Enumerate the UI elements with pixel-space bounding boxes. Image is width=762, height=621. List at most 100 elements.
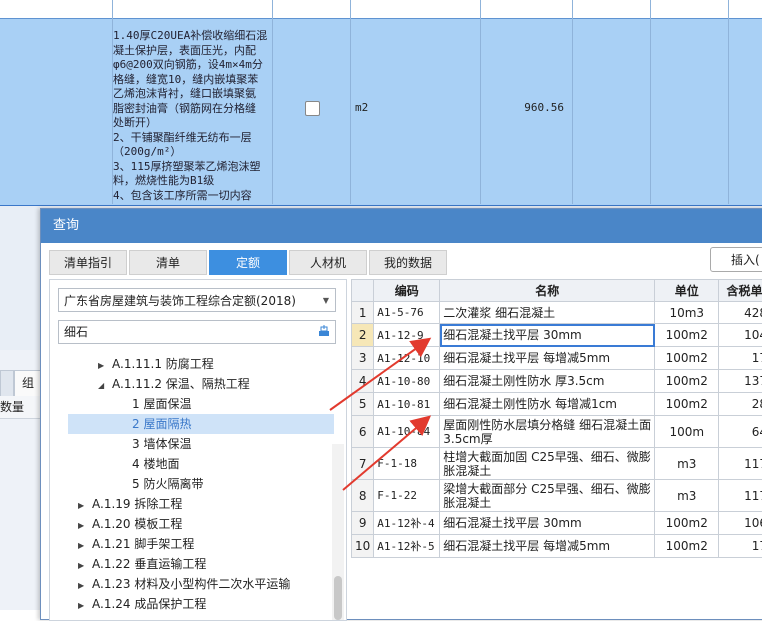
row-price: 117	[719, 448, 762, 480]
tab-list-guide[interactable]: 清单指引	[49, 250, 127, 275]
row-unit: 100m2	[655, 370, 719, 393]
sheet-col-divider	[650, 0, 651, 204]
tree-node[interactable]: ◢A.1.11.2 保温、隔热工程	[98, 374, 250, 394]
expand-arrow-icon[interactable]: ▶	[78, 496, 92, 516]
tab-quota[interactable]: 定额	[209, 250, 287, 275]
row-index: 5	[352, 393, 374, 416]
tree-node[interactable]: ▶A.1.11.1 防腐工程	[98, 354, 214, 374]
search-icon[interactable]	[318, 325, 330, 337]
search-value: 细石	[64, 325, 88, 339]
row-name: 细石混凝土找平层 30mm	[440, 324, 655, 347]
sheet-col-divider	[728, 0, 729, 204]
row-price: 137	[719, 370, 762, 393]
row-code: A1-12补-5	[374, 535, 440, 558]
table-row[interactable]: 10A1-12补-5细石混凝土找平层 每增减5mm100m217	[352, 535, 762, 558]
library-select-value: 广东省房屋建筑与装饰工程综合定额(2018)	[64, 294, 296, 308]
tree-node[interactable]: ▶A.1.24 成品保护工程	[78, 594, 206, 614]
table-row[interactable]: 6A1-10-84屋面刚性防水层填分格缝 细石混凝土面3.5cm厚100m64	[352, 416, 762, 448]
tree-node[interactable]: ▶A.1.19 拆除工程	[78, 494, 182, 514]
row-name: 细石混凝土找平层 30mm	[440, 512, 655, 535]
tab-my-data[interactable]: 我的数据	[369, 250, 447, 275]
item-description[interactable]: 1.40厚C20UEA补偿收缩细石混 凝土保护层，表面压光，内配 φ6@200双…	[113, 29, 273, 203]
row-index: 9	[352, 512, 374, 535]
tree-node-label: A.1.21 脚手架工程	[92, 537, 194, 551]
table-row[interactable]: 3A1-12-10细石混凝土找平层 每增减5mm100m217	[352, 347, 762, 370]
expand-arrow-icon[interactable]: ▶	[78, 556, 92, 576]
row-unit: m3	[655, 448, 719, 480]
row-index: 8	[352, 480, 374, 512]
row-code: A1-10-80	[374, 370, 440, 393]
bottom-tab-group[interactable]: 组	[14, 370, 42, 397]
row-price: 104	[719, 324, 762, 347]
tree-node[interactable]: ▶A.1.23 材料及小型构件二次水平运输	[78, 574, 290, 594]
sheet-col-divider	[350, 0, 351, 204]
dialog-title[interactable]: 查询	[41, 209, 762, 243]
tree-node[interactable]: ▶A.1.21 脚手架工程	[78, 534, 194, 554]
row-index: 1	[352, 302, 374, 324]
col-header-price[interactable]: 含税单	[719, 280, 762, 302]
row-code: F-1-18	[374, 448, 440, 480]
item-unit: m2	[355, 101, 368, 114]
tab-list[interactable]: 清单	[129, 250, 207, 275]
query-dialog: 查询 清单指引 清单 定额 人材机 我的数据 插入( 广东省房屋建筑与装饰工程综…	[40, 208, 762, 620]
tree-node[interactable]: 3 墙体保温	[132, 434, 191, 454]
col-header-name[interactable]: 名称	[440, 280, 655, 302]
expand-arrow-icon[interactable]: ▶	[78, 576, 92, 596]
row-unit: 100m	[655, 416, 719, 448]
row-price: 17	[719, 535, 762, 558]
bottom-tab[interactable]	[0, 370, 14, 397]
item-quantity[interactable]: 960.56	[470, 101, 564, 114]
col-header-index	[352, 280, 374, 302]
table-row[interactable]: 8F-1-22梁增大截面部分 C25早强、细石、微膨胀混凝土m3117	[352, 480, 762, 512]
tree-node[interactable]: ▶A.1.22 垂直运输工程	[78, 554, 206, 574]
tree-node-selected[interactable]: 2 屋面隔热	[68, 414, 334, 434]
row-code: A1-12-9	[374, 324, 440, 347]
row-checkbox[interactable]	[305, 101, 320, 116]
expand-arrow-icon[interactable]: ▶	[78, 516, 92, 536]
scrollbar-thumb[interactable]	[334, 576, 342, 620]
row-price: 28	[719, 393, 762, 416]
col-header-unit[interactable]: 单位	[655, 280, 719, 302]
row-name: 梁增大截面部分 C25早强、细石、微膨胀混凝土	[440, 480, 655, 512]
tree-node-label: A.1.24 成品保护工程	[92, 597, 206, 611]
tree-node-label: 1 屋面保温	[132, 397, 191, 411]
row-name: 柱增大截面加固 C25早强、细石、微膨胀混凝土	[440, 448, 655, 480]
row-name: 细石混凝土刚性防水 每增减1cm	[440, 393, 655, 416]
collapse-arrow-icon[interactable]: ◢	[98, 376, 112, 396]
table-row[interactable]: 9A1-12补-4细石混凝土找平层 30mm100m2106	[352, 512, 762, 535]
expand-arrow-icon[interactable]: ▶	[98, 356, 112, 376]
tree-scrollbar[interactable]	[332, 444, 344, 620]
row-index: 3	[352, 347, 374, 370]
table-row[interactable]: 5A1-10-81细石混凝土刚性防水 每增减1cm100m228	[352, 393, 762, 416]
tree-node-label: 2 屋面隔热	[132, 417, 191, 431]
table-row-current[interactable]: 2A1-12-9细石混凝土找平层 30mm100m2104	[352, 324, 762, 347]
insert-button[interactable]: 插入(	[710, 247, 762, 272]
search-input[interactable]: 细石	[58, 320, 336, 344]
tree-node[interactable]: 5 防火隔离带	[132, 474, 203, 494]
table-row[interactable]: 7F-1-18柱增大截面加固 C25早强、细石、微膨胀混凝土m3117	[352, 448, 762, 480]
tree-node[interactable]: ▶A.1.20 模板工程	[78, 514, 182, 534]
table-header-row: 编码 名称 单位 含税单	[352, 280, 762, 302]
row-code: F-1-22	[374, 480, 440, 512]
row-price: 106	[719, 512, 762, 535]
tree-node-label: 5 防火隔离带	[132, 477, 203, 491]
row-unit: m3	[655, 480, 719, 512]
tab-labor-material-machine[interactable]: 人材机	[289, 250, 367, 275]
col-header-code[interactable]: 编码	[374, 280, 440, 302]
row-unit: 100m2	[655, 393, 719, 416]
row-price: 64	[719, 416, 762, 448]
row-unit: 10m3	[655, 302, 719, 324]
row-price: 428	[719, 302, 762, 324]
expand-arrow-icon[interactable]: ▶	[78, 536, 92, 556]
expand-arrow-icon[interactable]: ▶	[78, 596, 92, 616]
table-row[interactable]: 4A1-10-80细石混凝土刚性防水 厚3.5cm100m2137	[352, 370, 762, 393]
tree-node[interactable]: 4 楼地面	[132, 454, 179, 474]
library-select[interactable]: 广东省房屋建筑与装饰工程综合定额(2018) ▼	[58, 288, 336, 312]
table-row[interactable]: 1A1-5-76二次灌浆 细石混凝土10m3428	[352, 302, 762, 324]
row-index: 6	[352, 416, 374, 448]
tree-node[interactable]: 1 屋面保温	[132, 394, 191, 414]
row-index: 4	[352, 370, 374, 393]
column-header-quantity: 数量	[0, 396, 40, 419]
row-code: A1-10-84	[374, 416, 440, 448]
row-index: 2	[352, 324, 374, 347]
